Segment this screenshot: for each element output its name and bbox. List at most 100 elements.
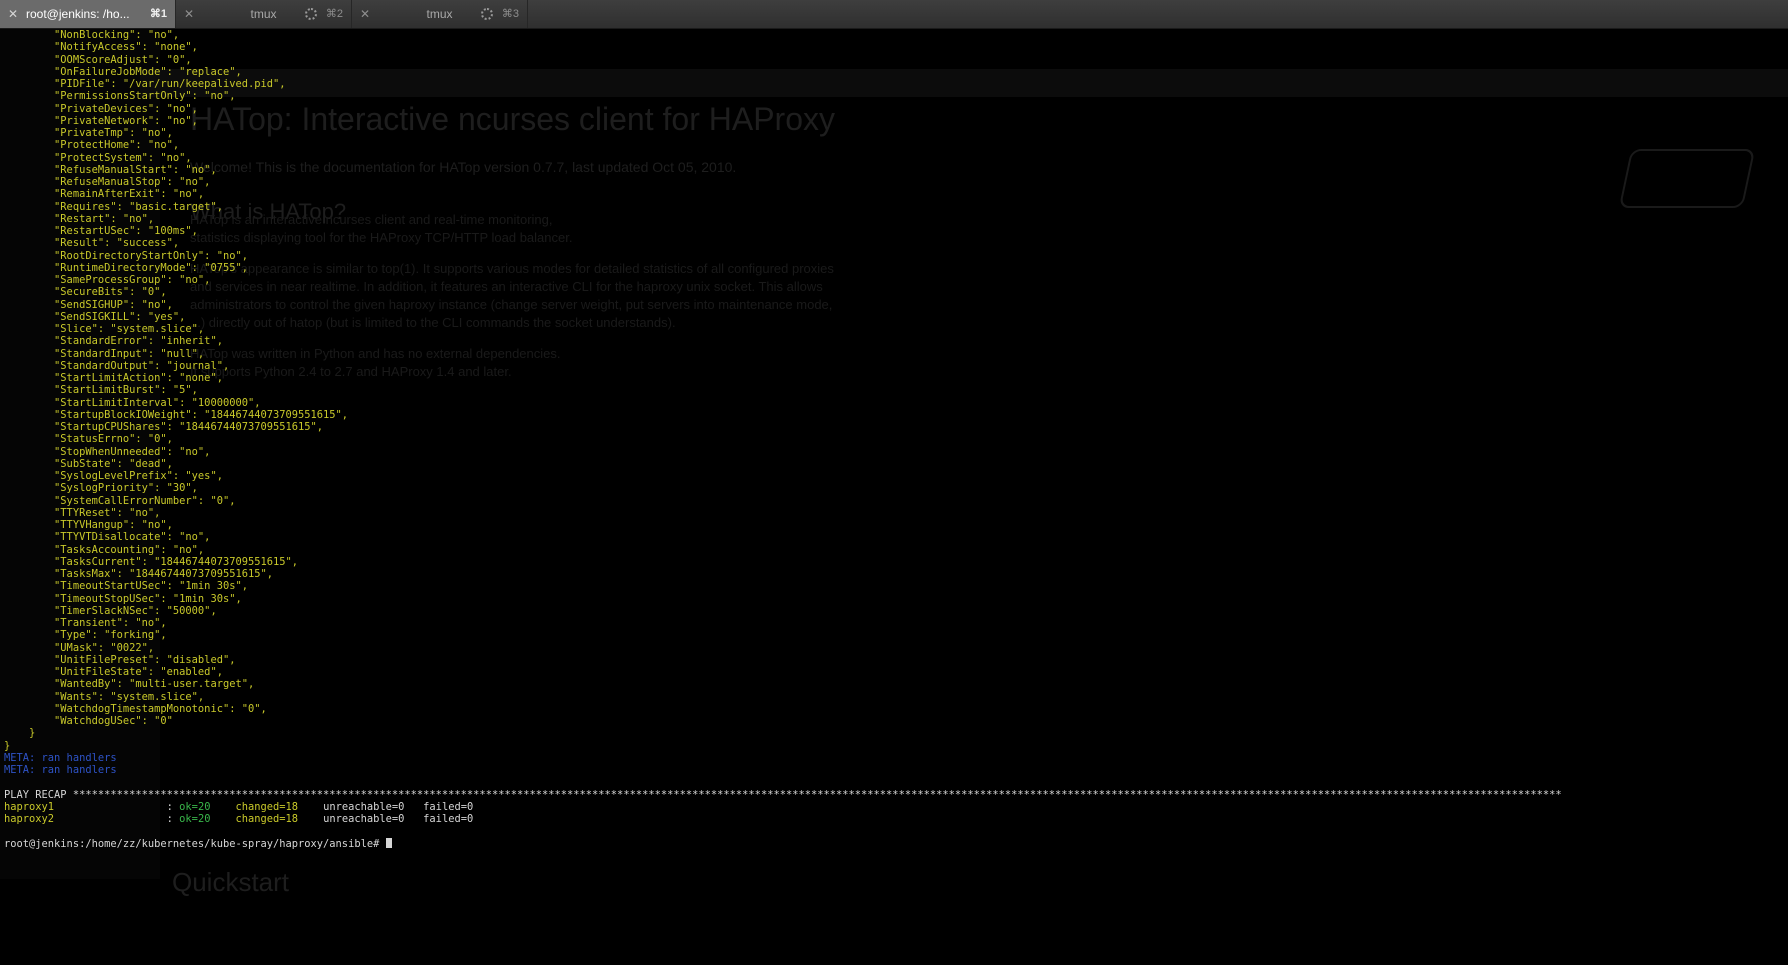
property-line: "WatchdogUSec": "0" bbox=[4, 715, 1784, 727]
tab-shortcut: ⌘2 bbox=[325, 8, 343, 20]
property-line: "TTYVHangup": "no", bbox=[4, 519, 1784, 531]
recap-changed: changed=18 bbox=[235, 800, 324, 813]
property-line: "TTYVTDisallocate": "no", bbox=[4, 531, 1784, 543]
property-line: "StatusErrno": "0", bbox=[4, 433, 1784, 445]
property-line: "StartupBlockIOWeight": "184467440737095… bbox=[4, 409, 1784, 421]
tab-shortcut: ⌘1 bbox=[149, 8, 167, 20]
property-line: "UnitFileState": "enabled", bbox=[4, 666, 1784, 678]
property-entry: "StandardInput": "null", bbox=[4, 347, 205, 360]
property-line: "Slice": "system.slice", bbox=[4, 323, 1784, 335]
property-line: "UnitFilePreset": "disabled", bbox=[4, 654, 1784, 666]
terminal-output[interactable]: "NonBlocking": "no", "NotifyAccess": "no… bbox=[4, 29, 1784, 965]
tab-title: root@jenkins: /ho... bbox=[26, 7, 130, 21]
property-line: "ProtectSystem": "no", bbox=[4, 152, 1784, 164]
close-icon[interactable]: ✕ bbox=[360, 7, 370, 21]
property-entry: "Slice": "system.slice", bbox=[4, 323, 205, 335]
recap-separator: : bbox=[166, 813, 180, 825]
property-entry: "TimeoutStartUSec": "1min 30s", bbox=[4, 580, 248, 593]
property-entry: "Requires": "basic.target", bbox=[4, 200, 223, 213]
json-close-line: } bbox=[4, 727, 1784, 739]
property-line: "SendSIGHUP": "no", bbox=[4, 299, 1784, 311]
property-line: "TimeoutStopUSec": "1min 30s", bbox=[4, 593, 1784, 605]
property-entry: "Wants": "system.slice", bbox=[4, 690, 205, 703]
property-line: "ProtectHome": "no", bbox=[4, 139, 1784, 151]
property-entry: "TTYReset": "no", bbox=[4, 506, 161, 519]
close-icon[interactable]: ✕ bbox=[184, 7, 194, 21]
recap-failed: failed=0 bbox=[423, 800, 474, 813]
property-entry: "PrivateDevices": "no", bbox=[4, 102, 198, 115]
property-entry: "RemainAfterExit": "no", bbox=[4, 188, 205, 201]
property-line: "OnFailureJobMode": "replace", bbox=[4, 66, 1784, 78]
property-line: "Result": "success", bbox=[4, 237, 1784, 249]
property-line: "SystemCallErrorNumber": "0", bbox=[4, 495, 1784, 507]
property-line: "TasksCurrent": "18446744073709551615", bbox=[4, 556, 1784, 568]
property-line: "SecureBits": "0", bbox=[4, 286, 1784, 298]
json-close-brace: } bbox=[4, 739, 11, 752]
json-close-brace: } bbox=[4, 727, 36, 740]
property-entry: "PrivateTmp": "no", bbox=[4, 127, 173, 139]
property-entry: "StartupBlockIOWeight": "184467440737095… bbox=[4, 408, 349, 421]
property-entry: "Transient": "no", bbox=[4, 617, 167, 629]
tab-title: tmux bbox=[426, 7, 453, 21]
recap-ok: ok=20 bbox=[179, 813, 236, 825]
property-line: "StopWhenUnneeded": "no", bbox=[4, 446, 1784, 458]
property-line: "SameProcessGroup": "no", bbox=[4, 274, 1784, 286]
property-line: "UMask": "0022", bbox=[4, 642, 1784, 654]
property-line: "RemainAfterExit": "no", bbox=[4, 188, 1784, 200]
property-entry: "TasksAccounting": "no", bbox=[4, 543, 205, 556]
tab-1[interactable]: ✕ root@jenkins: /ho... ⌘1 bbox=[0, 0, 176, 28]
property-entry: "SyslogPriority": "30", bbox=[4, 482, 198, 495]
property-line: "PermissionsStartOnly": "no", bbox=[4, 90, 1784, 102]
property-line: "StandardError": "inherit", bbox=[4, 335, 1784, 347]
property-entry: "UMask": "0022", bbox=[4, 641, 155, 654]
property-line: "SendSIGKILL": "yes", bbox=[4, 311, 1784, 323]
property-entry: "NotifyAccess": "none", bbox=[4, 41, 198, 54]
property-line: "Wants": "system.slice", bbox=[4, 691, 1784, 703]
activity-spinner-icon bbox=[481, 8, 493, 20]
property-entry: "RefuseManualStart": "no", bbox=[4, 163, 217, 176]
close-icon[interactable]: ✕ bbox=[8, 7, 18, 21]
meta-line: META: ran handlers bbox=[4, 752, 1784, 764]
property-entry: "UnitFileState": "enabled", bbox=[4, 666, 223, 678]
property-entry: "RuntimeDirectoryMode": "0755", bbox=[4, 261, 248, 274]
property-entry: "RefuseManualStop": "no", bbox=[4, 176, 211, 188]
property-line: "Restart": "no", bbox=[4, 213, 1784, 225]
property-entry: "NonBlocking": "no", bbox=[4, 29, 180, 41]
property-entry: "Restart": "no", bbox=[4, 212, 155, 225]
property-entry: "PermissionsStartOnly": "no", bbox=[4, 90, 236, 103]
property-entry: "StandardError": "inherit", bbox=[4, 335, 223, 348]
property-entry: "OnFailureJobMode": "replace", bbox=[4, 65, 242, 78]
property-line: "TimerSlackNSec": "50000", bbox=[4, 605, 1784, 617]
property-line: "PrivateNetwork": "no", bbox=[4, 115, 1784, 127]
meta-message: META: ran handlers bbox=[4, 764, 117, 776]
property-line: "PrivateDevices": "no", bbox=[4, 103, 1784, 115]
property-line: "NonBlocking": "no", bbox=[4, 29, 1784, 41]
prompt-line: root@jenkins:/home/zz/kubernetes/kube-sp… bbox=[4, 837, 1784, 850]
property-entry: "WantedBy": "multi-user.target", bbox=[4, 678, 255, 691]
property-line: "RuntimeDirectoryMode": "0755", bbox=[4, 262, 1784, 274]
play-recap-header: PLAY RECAP *****************************… bbox=[4, 789, 1784, 801]
property-entry: "TTYVHangup": "no", bbox=[4, 519, 173, 531]
property-entry: "Type": "forking", bbox=[4, 629, 167, 642]
property-entry: "SameProcessGroup": "no", bbox=[4, 274, 211, 286]
property-line: "StartupCPUShares": "1844674407370955161… bbox=[4, 421, 1784, 433]
property-line: "StartLimitInterval": "10000000", bbox=[4, 397, 1784, 409]
property-entry: "StartLimitInterval": "10000000", bbox=[4, 396, 261, 409]
json-close-line: } bbox=[4, 740, 1784, 752]
property-entry: "RestartUSec": "100ms", bbox=[4, 225, 198, 237]
tab-2[interactable]: ✕ tmux ⌘2 bbox=[176, 0, 352, 28]
property-line: "StandardInput": "null", bbox=[4, 348, 1784, 360]
recap-separator: : bbox=[166, 800, 180, 813]
property-entry: "StartLimitBurst": "5", bbox=[4, 384, 198, 397]
property-entry: "SubState": "dead", bbox=[4, 457, 173, 470]
tab-3[interactable]: ✕ tmux ⌘3 bbox=[352, 0, 528, 28]
property-entry: "OOMScoreAdjust": "0", bbox=[4, 53, 192, 66]
property-entry: "WatchdogTimestampMonotonic": "0", bbox=[4, 702, 267, 715]
property-line: "TasksMax": "18446744073709551615", bbox=[4, 568, 1784, 580]
property-line: "RefuseManualStart": "no", bbox=[4, 164, 1784, 176]
property-entry: "SecureBits": "0", bbox=[4, 286, 167, 299]
property-line: "PrivateTmp": "no", bbox=[4, 127, 1784, 139]
property-entry: "StatusErrno": "0", bbox=[4, 433, 173, 446]
